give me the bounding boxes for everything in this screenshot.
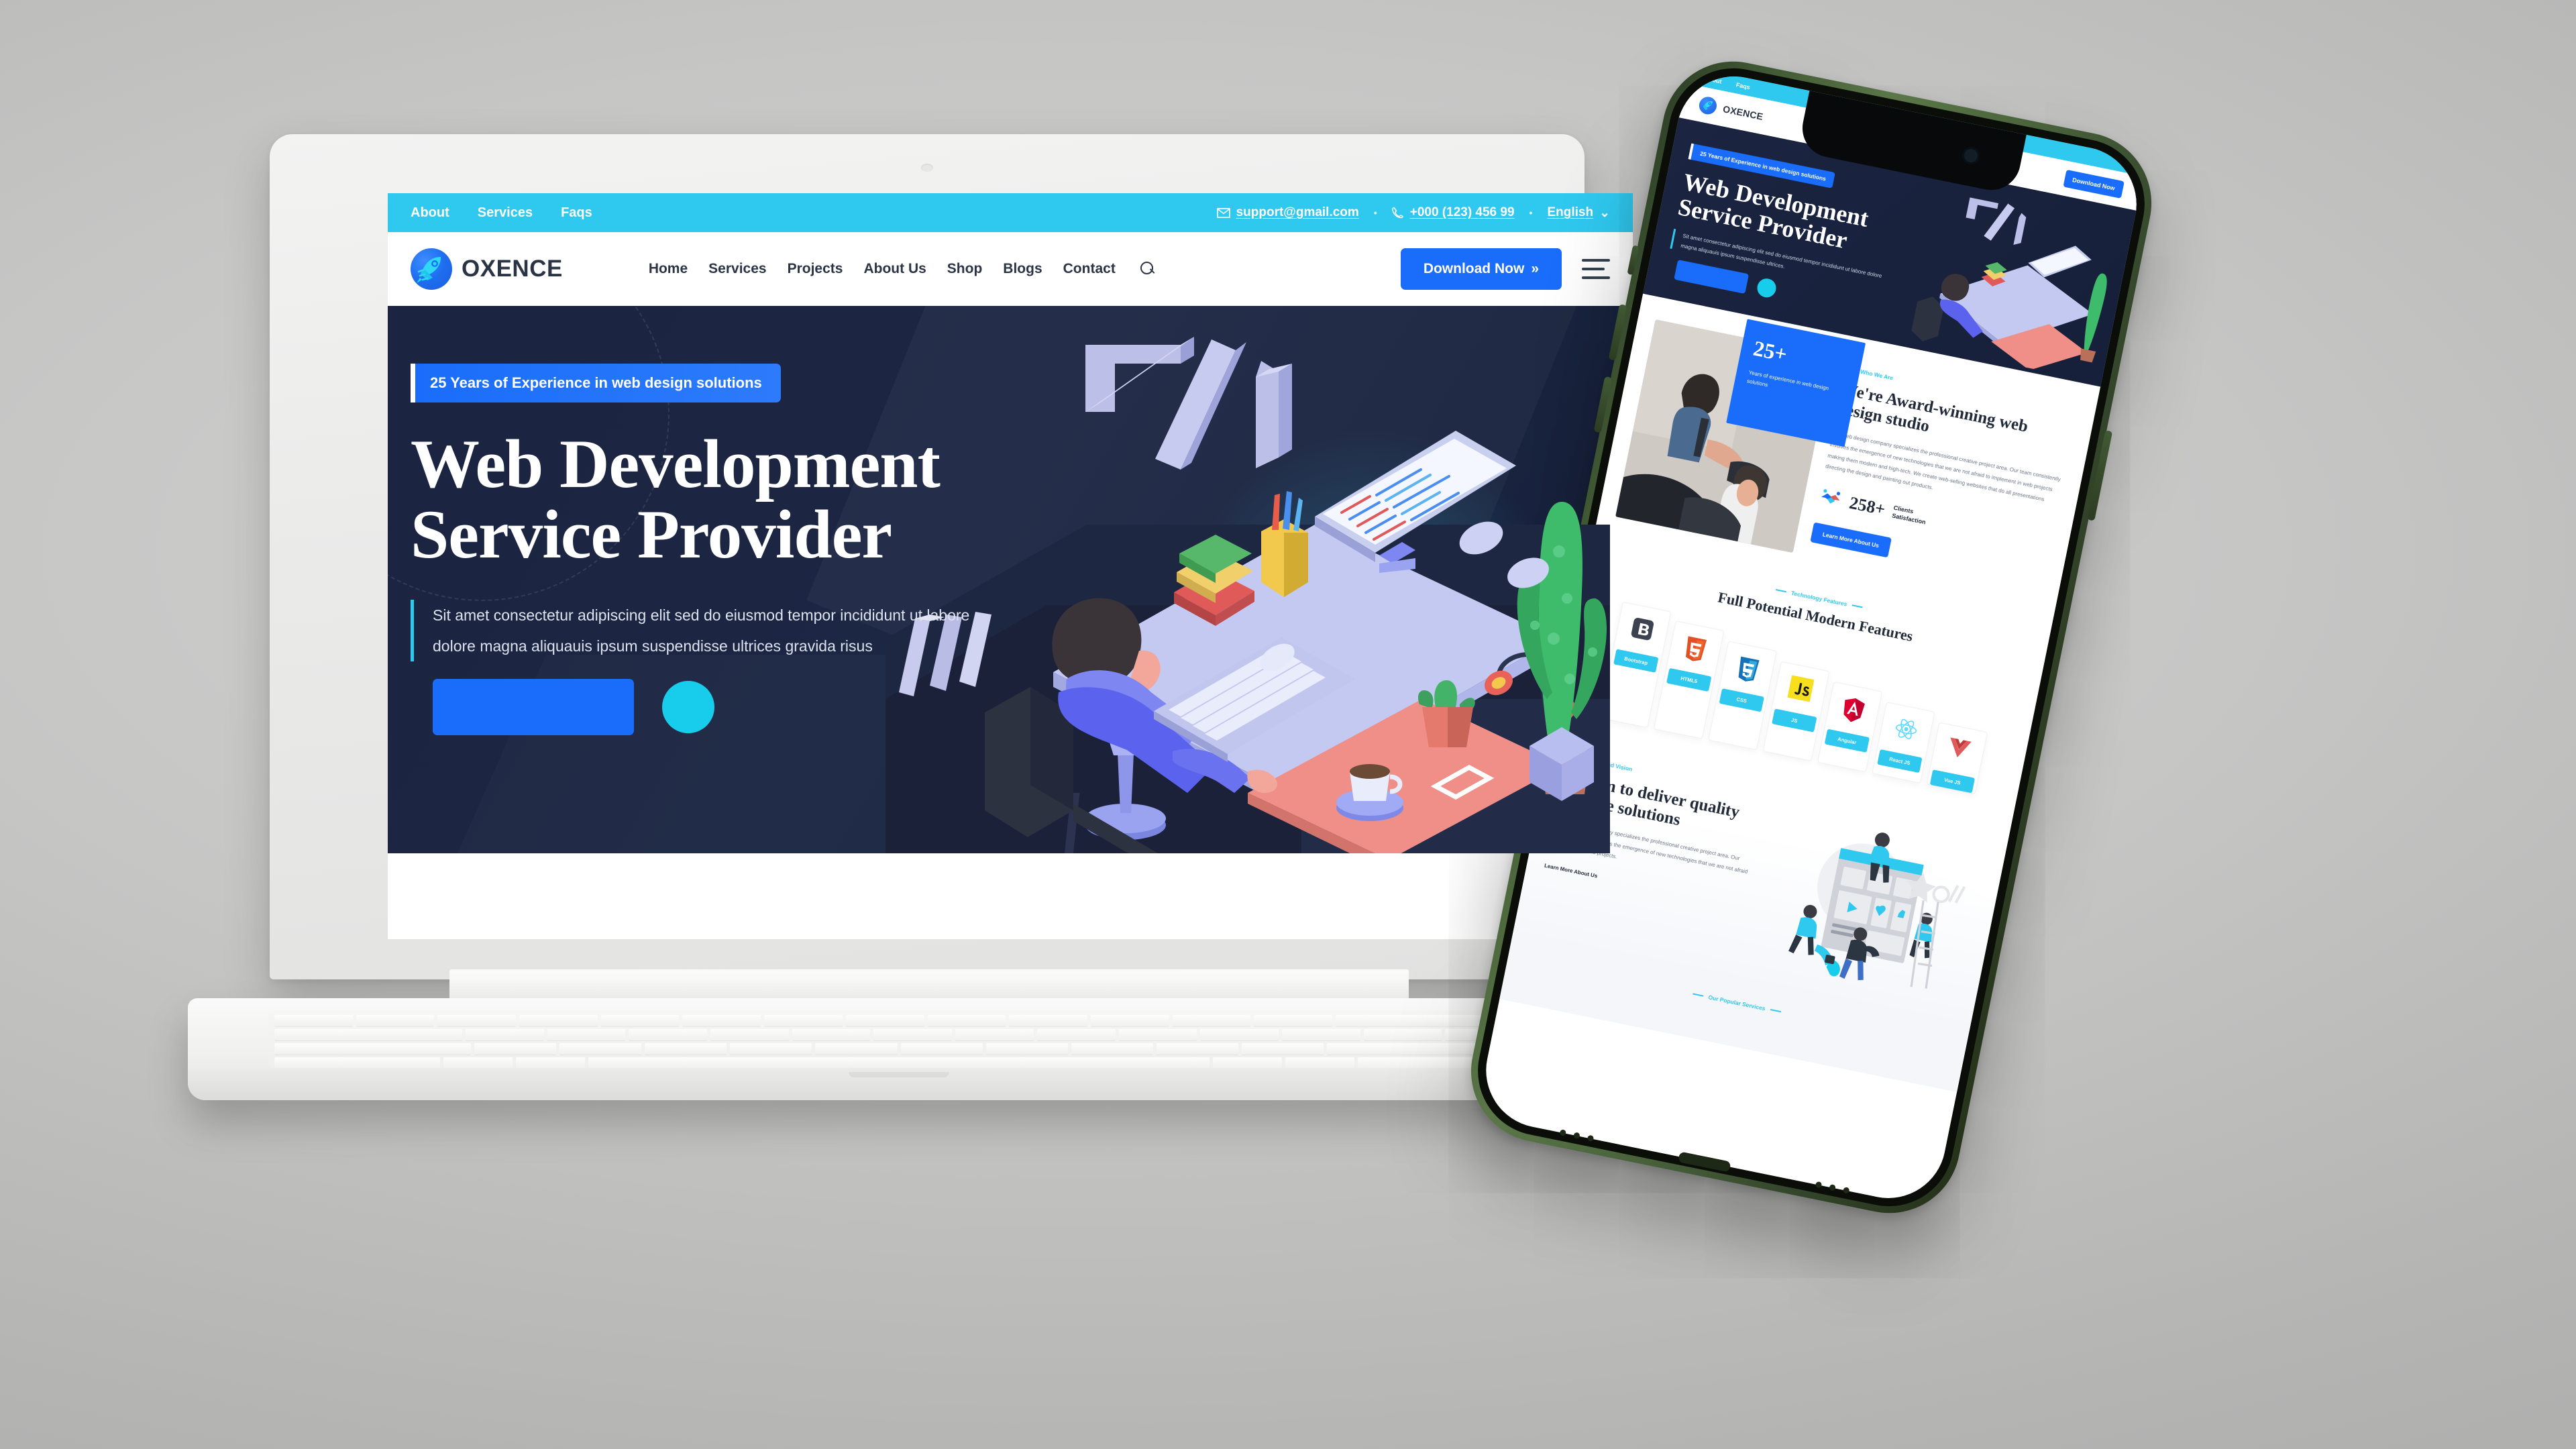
- tech-name: Bootstrap: [1613, 649, 1659, 673]
- topbar-link-services[interactable]: Services: [478, 205, 533, 221]
- phone-download-now-button[interactable]: Download Now: [2062, 169, 2125, 199]
- phone-about-media: 25+ Years of experience in web design so…: [1615, 319, 1866, 553]
- hero-title-line-2: Service Provider: [411, 496, 892, 574]
- topbar-link-about[interactable]: About: [411, 205, 449, 221]
- tech-card[interactable]: JS: [1762, 661, 1830, 761]
- topbar-email[interactable]: support@gmail.com: [1216, 205, 1359, 220]
- tech-card[interactable]: Vue JS: [1926, 722, 1988, 795]
- envelope-icon: [1216, 207, 1230, 218]
- clients-count: 258+: [1847, 492, 1887, 519]
- brand-logo[interactable]: OXENCE: [411, 248, 563, 290]
- nav-item-contact[interactable]: Contact: [1063, 261, 1116, 277]
- vuejs-logo-icon: [1945, 736, 1972, 767]
- nav-item-projects[interactable]: Projects: [788, 261, 843, 277]
- download-now-button[interactable]: Download Now »: [1400, 248, 1562, 290]
- hero-content: 25 Years of Experience in web design sol…: [411, 364, 1148, 736]
- tech-name: CSS: [1719, 688, 1764, 712]
- clients-label: Clients Satisfaction: [1891, 504, 1927, 526]
- topbar-links: About Services Faqs: [411, 205, 592, 221]
- search-icon[interactable]: [1140, 262, 1155, 276]
- hero-paragraph: Sit amet consectetur adipiscing elit sed…: [433, 606, 970, 655]
- tech-name: Angular: [1824, 729, 1870, 753]
- navbar-actions: Download Now »: [1400, 248, 1610, 290]
- below-fold-whitespace: [388, 853, 1633, 939]
- hero-section: 25 Years of Experience in web design sol…: [388, 306, 1633, 853]
- language-label: English: [1547, 205, 1594, 219]
- laptop-lid: About Services Faqs support@gmail.com • …: [270, 134, 1633, 979]
- laptop-base: [188, 998, 1610, 1100]
- phone-about-learn-more-button[interactable]: Learn More About Us: [1810, 522, 1892, 558]
- site-navbar: OXENCE Home Services Projects About Us S…: [388, 232, 1633, 306]
- nav-item-shop[interactable]: Shop: [947, 261, 983, 277]
- handshake-icon: [1817, 486, 1844, 513]
- language-selector[interactable]: English ⌄: [1547, 205, 1610, 221]
- nav-item-services[interactable]: Services: [708, 261, 766, 277]
- tech-card[interactable]: Angular: [1817, 681, 1883, 773]
- hero-title-line-1: Web Development: [411, 426, 941, 502]
- site-topbar: About Services Faqs support@gmail.com • …: [388, 193, 1633, 232]
- hamburger-menu-icon[interactable]: [1582, 259, 1610, 279]
- main-nav: Home Services Projects About Us Shop Blo…: [649, 261, 1155, 277]
- hero-cta-row: [411, 679, 1148, 736]
- phone-hero-play-button[interactable]: [1755, 276, 1778, 299]
- topbar-separator-1: •: [1373, 207, 1377, 218]
- tech-card[interactable]: React JS: [1872, 702, 1935, 784]
- laptop-mockup: About Services Faqs support@gmail.com • …: [188, 134, 1633, 1100]
- topbar-email-text: support@gmail.com: [1236, 205, 1359, 219]
- laptop-screen: About Services Faqs support@gmail.com • …: [388, 193, 1633, 939]
- hero-paragraph-wrap: Sit amet consectetur adipiscing elit sed…: [411, 600, 1014, 662]
- website-viewport: About Services Faqs support@gmail.com • …: [388, 193, 1633, 939]
- front-camera-icon: [1960, 145, 1982, 166]
- double-chevron-right-icon: »: [1531, 261, 1539, 276]
- bootstrap-logo-icon: [1628, 616, 1656, 647]
- brand-name: OXENCE: [462, 256, 563, 282]
- javascript-logo-icon: [1786, 675, 1815, 706]
- html5-logo-icon: [1681, 635, 1709, 665]
- phone-brand-name: OXENCE: [1721, 103, 1764, 122]
- css3-logo-icon: [1734, 655, 1762, 686]
- laptop-trackpad-notch: [849, 1072, 949, 1077]
- hero-primary-button[interactable]: [433, 679, 634, 736]
- nav-item-blogs[interactable]: Blogs: [1003, 261, 1042, 277]
- topbar-separator-2: •: [1529, 207, 1533, 218]
- topbar-phone-text: +000 (123) 456 99: [1409, 205, 1515, 219]
- hero-play-button[interactable]: [662, 681, 714, 734]
- phone-hero-primary-button[interactable]: [1674, 260, 1750, 294]
- hero-title: Web Development Service Provider: [411, 429, 1148, 570]
- chevron-down-icon: ⌄: [1599, 205, 1610, 220]
- nav-item-home[interactable]: Home: [649, 261, 688, 277]
- phone-rocket-logo-icon[interactable]: [1697, 95, 1719, 116]
- download-now-label: Download Now: [1423, 261, 1525, 276]
- hero-badge: 25 Years of Experience in web design sol…: [411, 364, 781, 402]
- tech-name: JS: [1772, 708, 1817, 733]
- topbar-phone[interactable]: +000 (123) 456 99: [1391, 205, 1515, 220]
- angular-logo-icon: [1839, 696, 1867, 727]
- tech-name: React JS: [1877, 749, 1923, 773]
- laptop-keyboard: [268, 1010, 1529, 1069]
- tech-name: HTML5: [1666, 667, 1712, 692]
- nav-item-about-us[interactable]: About Us: [863, 261, 926, 277]
- react-logo-icon: [1892, 716, 1919, 747]
- phone-topbar-link-faqs[interactable]: Faqs: [1735, 81, 1751, 91]
- phone-icon: [1391, 207, 1403, 219]
- laptop-webcam-icon: [921, 164, 933, 172]
- topbar-contact: support@gmail.com • +000 (123) 456 99 • …: [1216, 205, 1610, 221]
- topbar-link-faqs[interactable]: Faqs: [561, 205, 592, 221]
- tech-name: Vue JS: [1929, 769, 1976, 794]
- rocket-logo-icon: [411, 248, 452, 290]
